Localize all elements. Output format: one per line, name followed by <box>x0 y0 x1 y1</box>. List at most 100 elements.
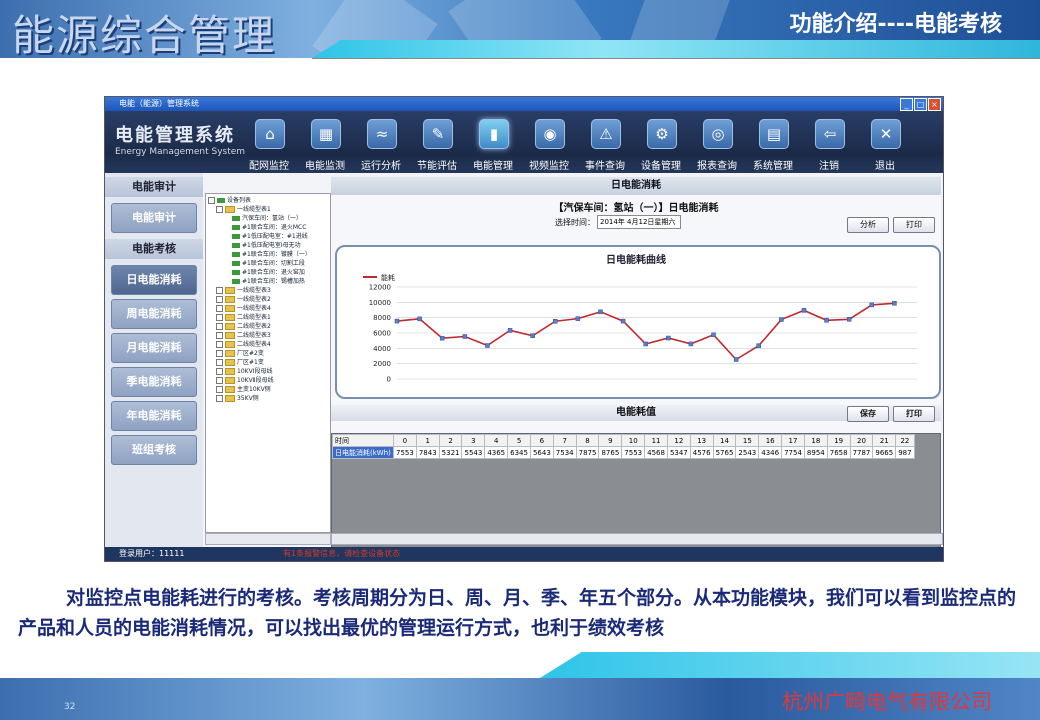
save-button[interactable]: 保存 <box>847 406 889 422</box>
sidebar-item-monthly[interactable]: 月电能消耗 <box>111 333 197 363</box>
tree-leaf[interactable]: #1联合车间：退火窑加 <box>232 268 305 277</box>
nav-item[interactable]: ▤ 系统管理 <box>745 113 801 172</box>
value-cell[interactable]: 9665 <box>872 446 897 459</box>
nav-item[interactable]: ◎ 报表查询 <box>689 113 745 172</box>
sidebar-item-weekly[interactable]: 周电能消耗 <box>111 299 197 329</box>
analyze-button[interactable]: 分析 <box>847 217 889 233</box>
tree-leaf[interactable]: #1联合车间：锡槽加热 <box>232 277 305 286</box>
value-cell[interactable]: 5643 <box>529 446 554 459</box>
nav-item[interactable]: ⇦ 注销 <box>801 113 857 172</box>
expand-icon[interactable] <box>216 377 223 384</box>
value-cell[interactable]: 987 <box>895 446 915 459</box>
nav-item-active[interactable]: ▮ 电能管理 <box>465 113 521 172</box>
nav-item[interactable]: ⚠ 事件查询 <box>577 113 633 172</box>
value-cell[interactable]: 5765 <box>712 446 737 459</box>
sidebar-item-audit[interactable]: 电能审计 <box>111 203 197 233</box>
value-cell[interactable]: 6345 <box>507 446 531 459</box>
tree-node-label: #1联合车间：切割工段 <box>242 260 305 267</box>
expand-icon[interactable] <box>216 323 223 330</box>
value-cell[interactable]: 5543 <box>461 446 486 459</box>
nav-item[interactable]: ≈ 运行分析 <box>353 113 409 172</box>
print-button-table[interactable]: 打印 <box>893 406 935 422</box>
date-picker[interactable]: 2014年 4月12日星期六 <box>597 215 681 229</box>
nav-item[interactable]: ✕ 退出 <box>857 113 913 172</box>
value-cell[interactable]: 7875 <box>575 446 600 459</box>
value-cell[interactable]: 7787 <box>849 446 874 459</box>
tree-node[interactable]: 厂区#1变 <box>216 358 264 367</box>
meter-icon <box>232 216 240 221</box>
nav-label: 退出 <box>875 161 895 172</box>
tree-node[interactable]: 一线缆型表3 <box>216 286 271 295</box>
tree-scrollbar[interactable] <box>205 533 331 545</box>
expand-icon[interactable] <box>216 341 223 348</box>
window-titlebar: 电能（能源）管理系统 _ □ × <box>105 97 943 111</box>
tree-node[interactable]: 10KVⅠ段母线 <box>216 367 272 376</box>
value-cell[interactable]: 4568 <box>644 446 668 459</box>
tree-leaf[interactable]: #1联合车间：切割工段 <box>232 259 305 268</box>
expand-icon[interactable] <box>216 359 223 366</box>
tree-root[interactable]: 设备列表 <box>208 196 251 205</box>
expand-icon[interactable] <box>216 386 223 393</box>
value-cell[interactable]: 5321 <box>438 446 463 459</box>
tree-leaf[interactable]: #1低压配电室：#1进线 <box>232 232 308 241</box>
sidebar-item-yearly[interactable]: 年电能消耗 <box>111 401 197 431</box>
y-tick-label: 0 <box>387 376 391 384</box>
tree-node[interactable]: 一线缆型表2 <box>216 295 271 304</box>
tree-node[interactable]: 二线缆型表2 <box>216 322 271 331</box>
value-cell[interactable]: 8765 <box>598 446 623 459</box>
y-tick-label: 8000 <box>373 314 391 322</box>
expand-icon[interactable] <box>216 296 223 303</box>
data-point <box>711 332 716 338</box>
minimize-icon[interactable]: _ <box>900 98 913 111</box>
expand-icon[interactable] <box>216 305 223 312</box>
expand-icon[interactable] <box>216 350 223 357</box>
tree-node[interactable]: 10KVⅡ段母线 <box>216 376 274 385</box>
tree-node[interactable]: 35KV侧 <box>216 394 259 403</box>
expand-icon[interactable] <box>216 314 223 321</box>
value-cell[interactable]: 8954 <box>803 446 828 459</box>
tree-node[interactable]: 一线缆型表1 <box>216 205 271 214</box>
collapse-icon[interactable] <box>208 197 215 204</box>
nav-item[interactable]: ⌂ 配网监控 <box>241 113 297 172</box>
header-cell: 13 <box>689 434 714 447</box>
data-point <box>643 341 648 347</box>
sidebar-item-daily[interactable]: 日电能消耗 <box>111 265 197 295</box>
value-cell[interactable]: 5347 <box>666 446 691 459</box>
value-cell[interactable]: 7553 <box>621 446 646 459</box>
expand-icon[interactable] <box>216 287 223 294</box>
expand-icon[interactable] <box>216 368 223 375</box>
collapse-icon[interactable] <box>216 206 223 213</box>
value-cell[interactable]: 7553 <box>393 446 417 459</box>
close-icon[interactable]: × <box>928 98 941 111</box>
tree-node[interactable]: 主变10KV侧 <box>216 385 271 394</box>
value-cell[interactable]: 7843 <box>415 446 440 459</box>
nav-item[interactable]: ⚙ 设备管理 <box>633 113 689 172</box>
tree-leaf[interactable]: 汽保车间：氢站（一） <box>232 214 302 223</box>
data-point <box>869 302 875 308</box>
value-cell[interactable]: 4576 <box>689 446 714 459</box>
value-cell[interactable]: 7658 <box>826 446 851 459</box>
tree-leaf[interactable]: #1联合车间：镀膜（一） <box>232 250 311 259</box>
nav-item[interactable]: ▦ 电能监测 <box>297 113 353 172</box>
content-scrollbar[interactable] <box>331 533 943 545</box>
nav-item[interactable]: ◉ 视频监控 <box>521 113 577 172</box>
tree-node[interactable]: 二线缆型表4 <box>216 340 271 349</box>
tree-leaf[interactable]: #1低压配电室Ⅰ母无功 <box>232 241 301 250</box>
value-cell[interactable]: 7534 <box>552 446 577 459</box>
sidebar-item-team[interactable]: 班组考核 <box>111 435 197 465</box>
value-cell[interactable]: 4346 <box>758 446 783 459</box>
value-cell[interactable]: 7754 <box>781 446 805 459</box>
expand-icon[interactable] <box>216 395 223 402</box>
value-cell[interactable]: 2543 <box>735 446 760 459</box>
sidebar-item-quarterly[interactable]: 季电能消耗 <box>111 367 197 397</box>
tree-node[interactable]: 二线缆型表3 <box>216 331 271 340</box>
expand-icon[interactable] <box>216 332 223 339</box>
tree-node[interactable]: 二线缆型表1 <box>216 313 271 322</box>
tree-node[interactable]: 厂区#2变 <box>216 349 264 358</box>
tree-leaf[interactable]: #1联合车间：退火MCC <box>232 223 306 232</box>
print-button[interactable]: 打印 <box>893 217 935 233</box>
maximize-icon[interactable]: □ <box>914 98 927 111</box>
nav-item[interactable]: ✎ 节能评估 <box>409 113 465 172</box>
value-cell[interactable]: 4365 <box>484 446 509 459</box>
tree-node[interactable]: 一线缆型表4 <box>216 304 271 313</box>
